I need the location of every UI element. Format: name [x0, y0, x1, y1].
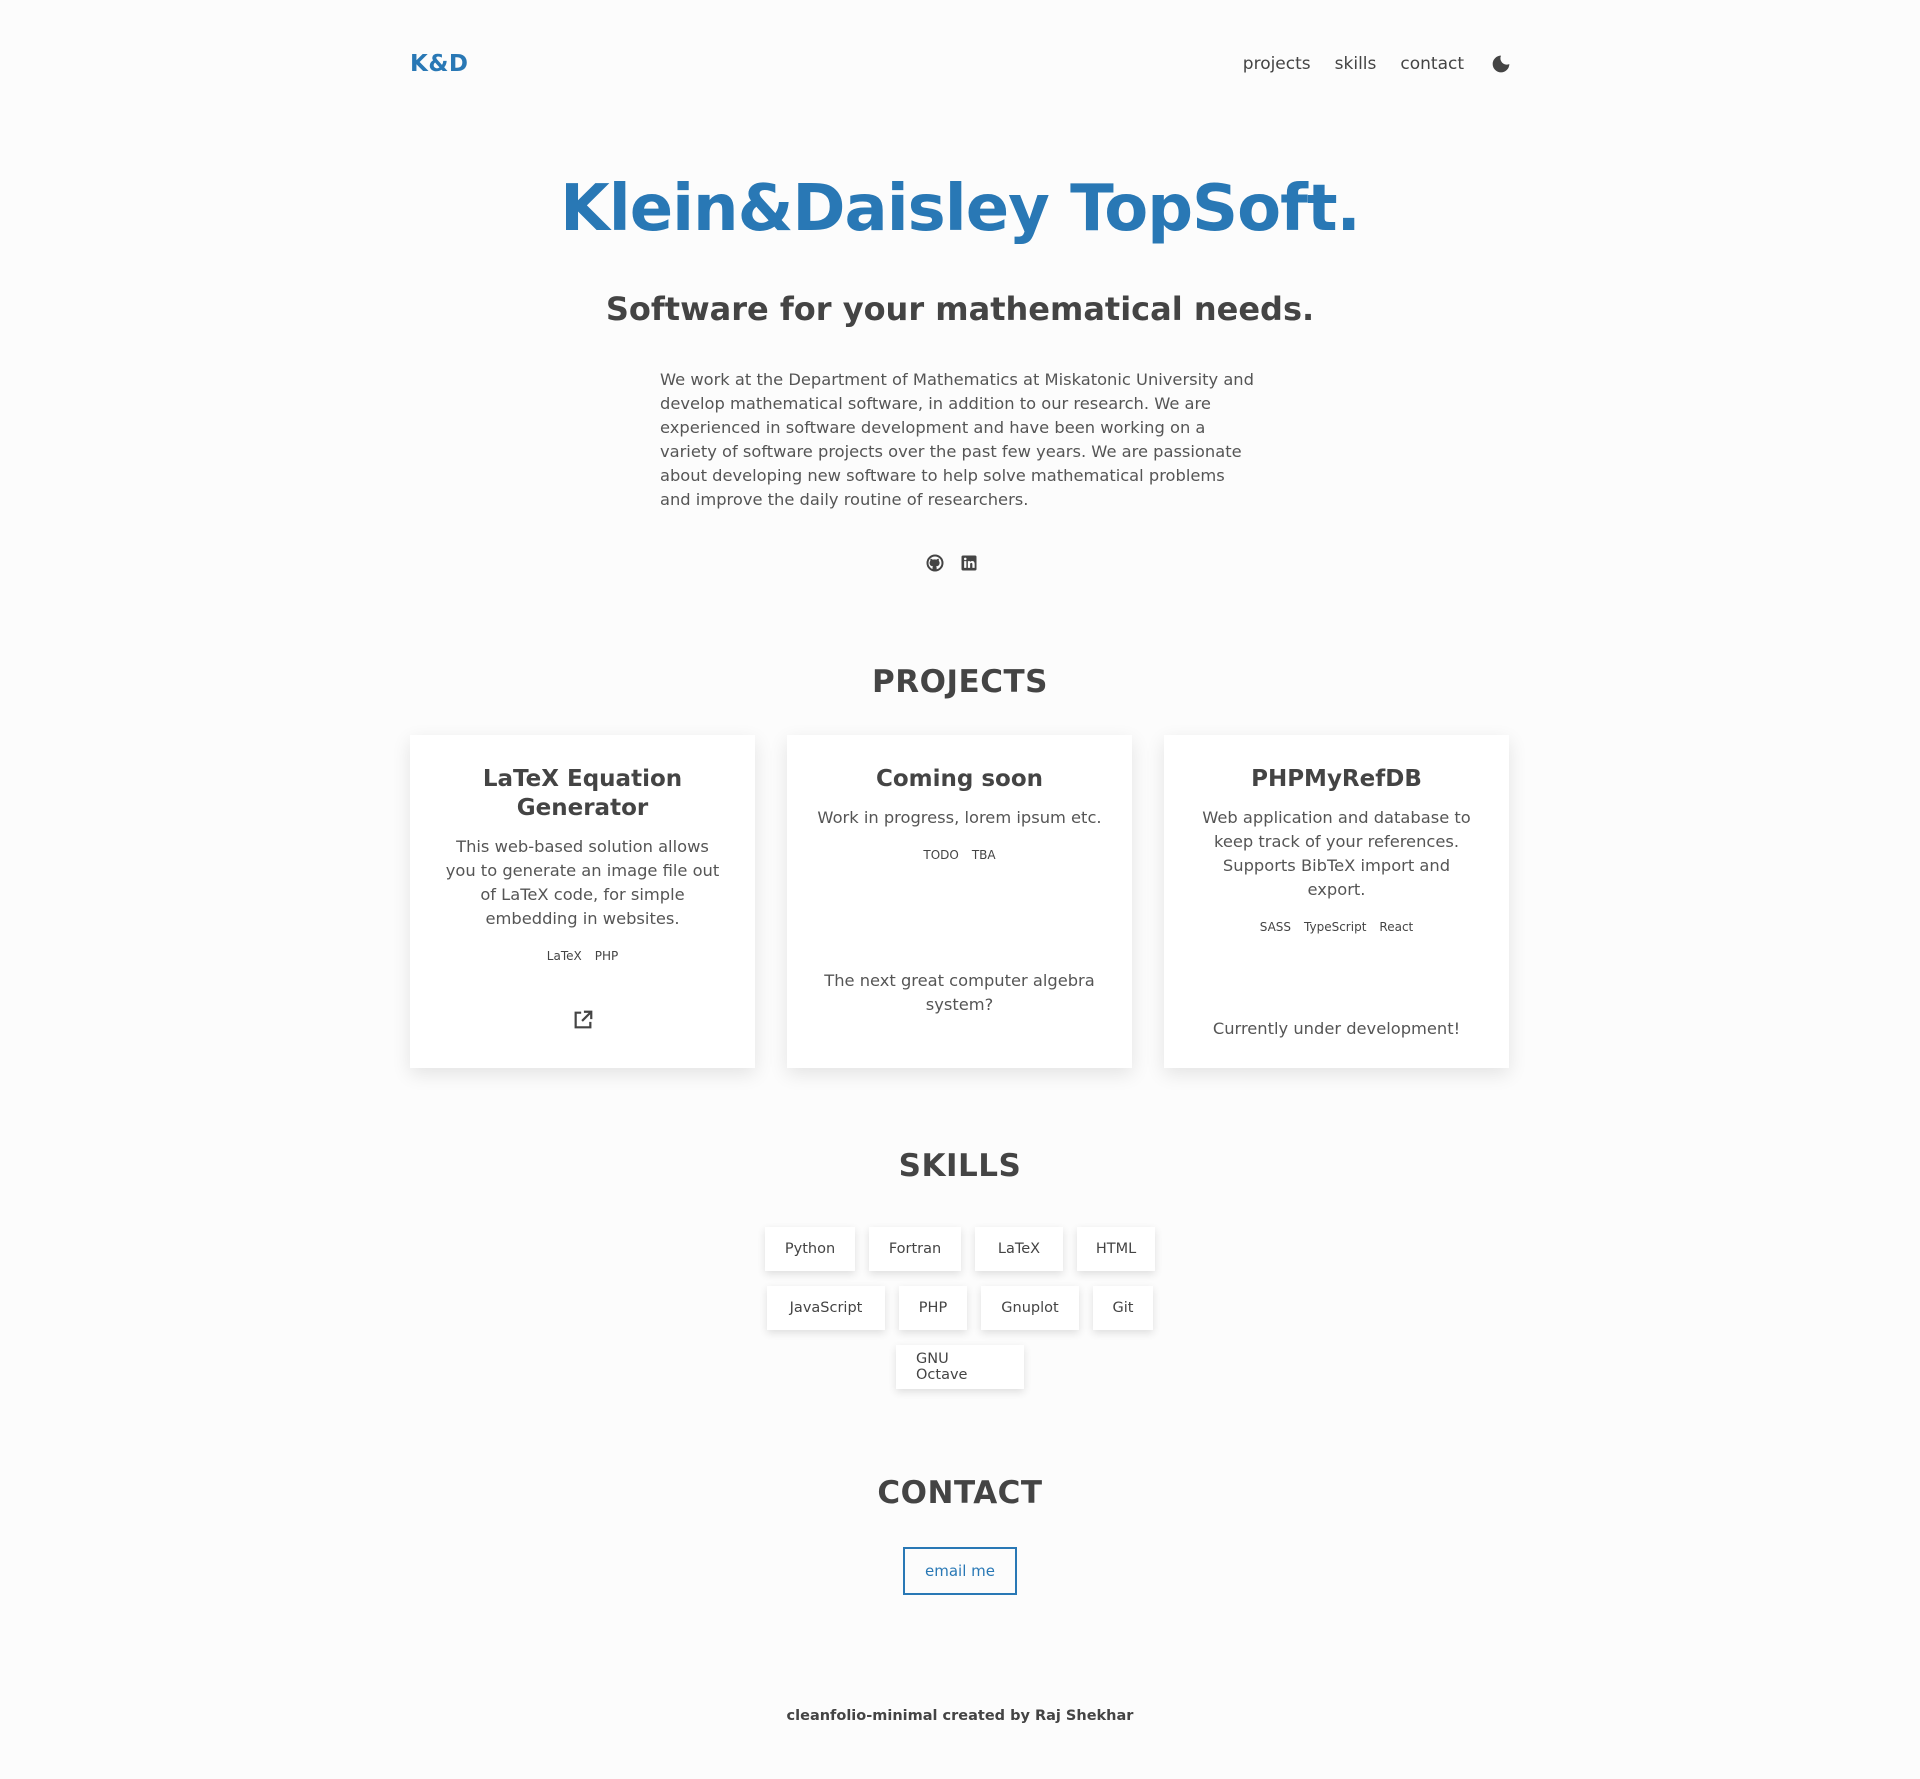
- project-note: Currently under development!: [1212, 1019, 1461, 1039]
- project-tags: LaTeX PHP: [440, 949, 725, 963]
- main-nav: projects skills contact: [1243, 53, 1512, 75]
- logo[interactable]: K&D: [410, 51, 468, 77]
- skills-heading: SKILLS: [898, 1148, 1022, 1184]
- skills-row: GNU Octave: [0, 1345, 1920, 1389]
- email-button[interactable]: email me: [903, 1547, 1017, 1595]
- skill-item: Python: [765, 1227, 855, 1271]
- project-tags: TODO TBA: [817, 848, 1102, 862]
- hero-description: We work at the Department of Mathematics…: [660, 370, 1254, 509]
- skill-item: HTML: [1077, 1227, 1155, 1271]
- skill-item: GNU Octave: [896, 1345, 1024, 1389]
- contact-heading: CONTACT: [877, 1475, 1043, 1511]
- project-tag: TypeScript: [1304, 920, 1367, 934]
- skill-item: Gnuplot: [981, 1286, 1079, 1330]
- project-card: Coming soon Work in progress, lorem ipsu…: [787, 735, 1132, 1068]
- nav-skills[interactable]: skills: [1335, 54, 1377, 74]
- projects-heading: PROJECTS: [872, 664, 1048, 700]
- project-tag: LaTeX: [546, 949, 582, 963]
- project-description: Web application and database to keep tra…: [1202, 808, 1471, 899]
- project-card: LaTeX Equation Generator This web-based …: [410, 735, 755, 1068]
- project-card: PHPMyRefDB Web application and database …: [1164, 735, 1509, 1068]
- skill-item: Fortran: [869, 1227, 961, 1271]
- skill-item: JavaScript: [767, 1286, 885, 1330]
- project-description: Work in progress, lorem ipsum etc.: [817, 808, 1102, 827]
- skill-item: Git: [1093, 1286, 1153, 1330]
- project-tag: SASS: [1259, 920, 1292, 934]
- skills-row: JavaScript PHP Gnuplot Git: [0, 1286, 1920, 1330]
- project-title: Coming soon: [875, 766, 1044, 792]
- github-icon[interactable]: [924, 552, 946, 574]
- footer-credit[interactable]: cleanfolio-minimal created by Raj Shekha…: [0, 1708, 1920, 1724]
- nav-contact[interactable]: contact: [1400, 54, 1464, 74]
- project-tag: PHP: [594, 949, 619, 963]
- site-header: K&D projects skills contact: [410, 46, 1512, 82]
- project-title: LaTeX Equation Generator: [482, 766, 683, 821]
- project-title: PHPMyRefDB: [1251, 766, 1422, 792]
- skill-item: PHP: [899, 1286, 967, 1330]
- projects-grid: LaTeX Equation Generator This web-based …: [410, 735, 1512, 1068]
- hero-title: Klein&Daisley TopSoft.: [560, 172, 1361, 246]
- skills-row: Python Fortran LaTeX HTML: [0, 1227, 1920, 1271]
- external-link-icon[interactable]: [410, 1009, 755, 1031]
- project-tags: SASS TypeScript React: [1194, 920, 1479, 934]
- skill-item: LaTeX: [975, 1227, 1063, 1271]
- project-tag: TBA: [971, 848, 996, 862]
- social-links: [924, 552, 980, 574]
- project-description: This web-based solution allows you to ge…: [445, 837, 720, 928]
- hero-subtitle: Software for your mathematical needs.: [605, 290, 1315, 328]
- linkedin-icon[interactable]: [958, 552, 980, 574]
- page: K&D projects skills contact Klein&Daisle…: [0, 0, 1920, 1779]
- project-tag: TODO: [923, 848, 959, 862]
- project-tag: React: [1379, 920, 1414, 934]
- project-note: The next great computer algebra system?: [824, 971, 1095, 1015]
- nav-projects[interactable]: projects: [1243, 54, 1311, 74]
- moon-icon[interactable]: [1490, 53, 1512, 75]
